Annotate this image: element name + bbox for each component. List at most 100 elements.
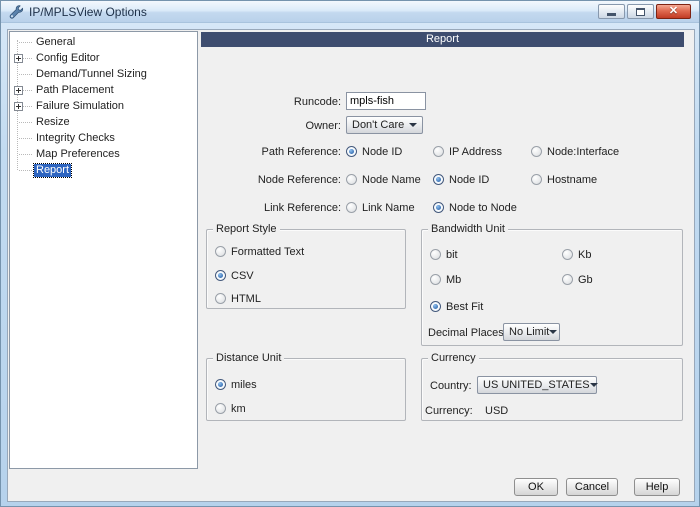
radio-label: Hostname — [547, 174, 597, 186]
radio-csv[interactable]: CSV — [215, 269, 254, 282]
link-reference-label: Link Reference: — [216, 202, 341, 214]
radio-icon — [562, 274, 573, 285]
path-reference-label: Path Reference: — [216, 146, 341, 158]
owner-label: Owner: — [241, 120, 341, 132]
radio-mb[interactable]: Mb — [430, 273, 461, 286]
close-button[interactable]: ✕ — [656, 4, 691, 19]
radio-path-ip-address[interactable]: IP Address — [433, 145, 502, 158]
runcode-input[interactable] — [346, 92, 426, 110]
minimize-button[interactable] — [598, 4, 625, 19]
ok-button[interactable]: OK — [514, 478, 558, 496]
maximize-icon — [636, 8, 645, 16]
titlebar: IP/MPLSView Options ✕ — [1, 1, 700, 23]
country-selected-value: US UNITED_STATES — [483, 379, 590, 391]
radio-label: Node Name — [362, 174, 421, 186]
radio-link-node-to-node[interactable]: Node to Node — [433, 201, 517, 214]
radio-link-link-name[interactable]: Link Name — [346, 201, 415, 214]
decimal-places-label: Decimal Places: — [428, 327, 507, 339]
report-style-group: Report Style Formatted Text CSV HTML — [206, 229, 406, 309]
radio-label: Node:Interface — [547, 146, 619, 158]
currency-value-label: Currency: — [425, 405, 473, 417]
radio-icon — [430, 301, 441, 312]
radio-label: Formatted Text — [231, 246, 304, 258]
sidebar-item-demand-tunnel-sizing[interactable]: Demand/Tunnel Sizing — [11, 66, 196, 82]
radio-miles[interactable]: miles — [215, 378, 257, 391]
radio-label: CSV — [231, 270, 254, 282]
radio-icon — [433, 202, 444, 213]
radio-node-hostname[interactable]: Hostname — [531, 173, 597, 186]
decimal-places-selected-value: No Limit — [509, 326, 549, 338]
owner-selected-value: Don't Care — [352, 119, 404, 131]
tree-item-label: Report — [34, 164, 71, 177]
radio-gb[interactable]: Gb — [562, 273, 593, 286]
bandwidth-unit-group-title: Bandwidth Unit — [428, 222, 508, 236]
radio-icon — [562, 249, 573, 260]
radio-label: Gb — [578, 274, 593, 286]
radio-label: IP Address — [449, 146, 502, 158]
radio-html[interactable]: HTML — [215, 292, 261, 305]
radio-label: km — [231, 403, 246, 415]
radio-label: Node ID — [362, 146, 402, 158]
radio-path-node-interface[interactable]: Node:Interface — [531, 145, 619, 158]
sidebar-item-path-placement[interactable]: Path Placement — [11, 82, 196, 98]
radio-km[interactable]: km — [215, 402, 246, 415]
radio-icon — [430, 249, 441, 260]
tree-item-label: Path Placement — [34, 84, 116, 97]
radio-icon — [215, 246, 226, 257]
sidebar-item-integrity-checks[interactable]: Integrity Checks — [11, 130, 196, 146]
tree-item-label: Resize — [34, 116, 72, 129]
chevron-down-icon — [590, 383, 598, 387]
radio-label: HTML — [231, 293, 261, 305]
radio-icon — [215, 379, 226, 390]
radio-icon — [215, 403, 226, 414]
radio-icon — [346, 146, 357, 157]
radio-label: Link Name — [362, 202, 415, 214]
tree-item-label: Integrity Checks — [34, 132, 117, 145]
close-icon: ✕ — [669, 5, 678, 18]
expand-plus-icon[interactable] — [14, 54, 23, 63]
sidebar-item-resize[interactable]: Resize — [11, 114, 196, 130]
country-combobox[interactable]: US UNITED_STATES — [477, 376, 597, 394]
radio-icon — [430, 274, 441, 285]
radio-icon — [531, 146, 542, 157]
tree-item-label: Demand/Tunnel Sizing — [34, 68, 149, 81]
distance-unit-group: Distance Unit miles km — [206, 358, 406, 421]
radio-formatted-text[interactable]: Formatted Text — [215, 245, 304, 258]
radio-label: Node to Node — [449, 202, 517, 214]
radio-best-fit[interactable]: Best Fit — [430, 300, 483, 313]
window-title: IP/MPLSView Options — [29, 1, 147, 23]
sidebar-item-report[interactable]: Report — [11, 162, 196, 178]
runcode-label: Runcode: — [241, 96, 341, 108]
chevron-down-icon — [409, 123, 417, 127]
expand-plus-icon[interactable] — [14, 102, 23, 111]
radio-node-node-id[interactable]: Node ID — [433, 173, 489, 186]
owner-combobox[interactable]: Don't Care — [346, 116, 423, 134]
maximize-button[interactable] — [627, 4, 654, 19]
help-button[interactable]: Help — [634, 478, 680, 496]
radio-label: Kb — [578, 249, 591, 261]
currency-group: Currency Country: US UNITED_STATES Curre… — [421, 358, 683, 421]
tree-item-label: Config Editor — [34, 52, 102, 65]
options-tree: General Config Editor Demand/Tunnel Sizi… — [9, 31, 198, 469]
radio-kb[interactable]: Kb — [562, 248, 591, 261]
radio-node-node-name[interactable]: Node Name — [346, 173, 421, 186]
radio-icon — [433, 146, 444, 157]
options-window: IP/MPLSView Options ✕ General Config Edi… — [0, 0, 700, 507]
decimal-places-combobox[interactable]: No Limit — [503, 323, 560, 341]
radio-label: miles — [231, 379, 257, 391]
sidebar-item-map-preferences[interactable]: Map Preferences — [11, 146, 196, 162]
radio-icon — [346, 174, 357, 185]
expand-plus-icon[interactable] — [14, 86, 23, 95]
cancel-button[interactable]: Cancel — [566, 478, 618, 496]
tree-item-label: General — [34, 36, 77, 49]
radio-icon — [433, 174, 444, 185]
tree-item-label: Map Preferences — [34, 148, 122, 161]
minimize-icon — [607, 13, 616, 16]
country-label: Country: — [430, 380, 472, 392]
sidebar-item-failure-simulation[interactable]: Failure Simulation — [11, 98, 196, 114]
radio-path-node-id[interactable]: Node ID — [346, 145, 402, 158]
sidebar-item-config-editor[interactable]: Config Editor — [11, 50, 196, 66]
radio-bit[interactable]: bit — [430, 248, 458, 261]
sidebar-item-general[interactable]: General — [11, 34, 196, 50]
radio-icon — [215, 293, 226, 304]
